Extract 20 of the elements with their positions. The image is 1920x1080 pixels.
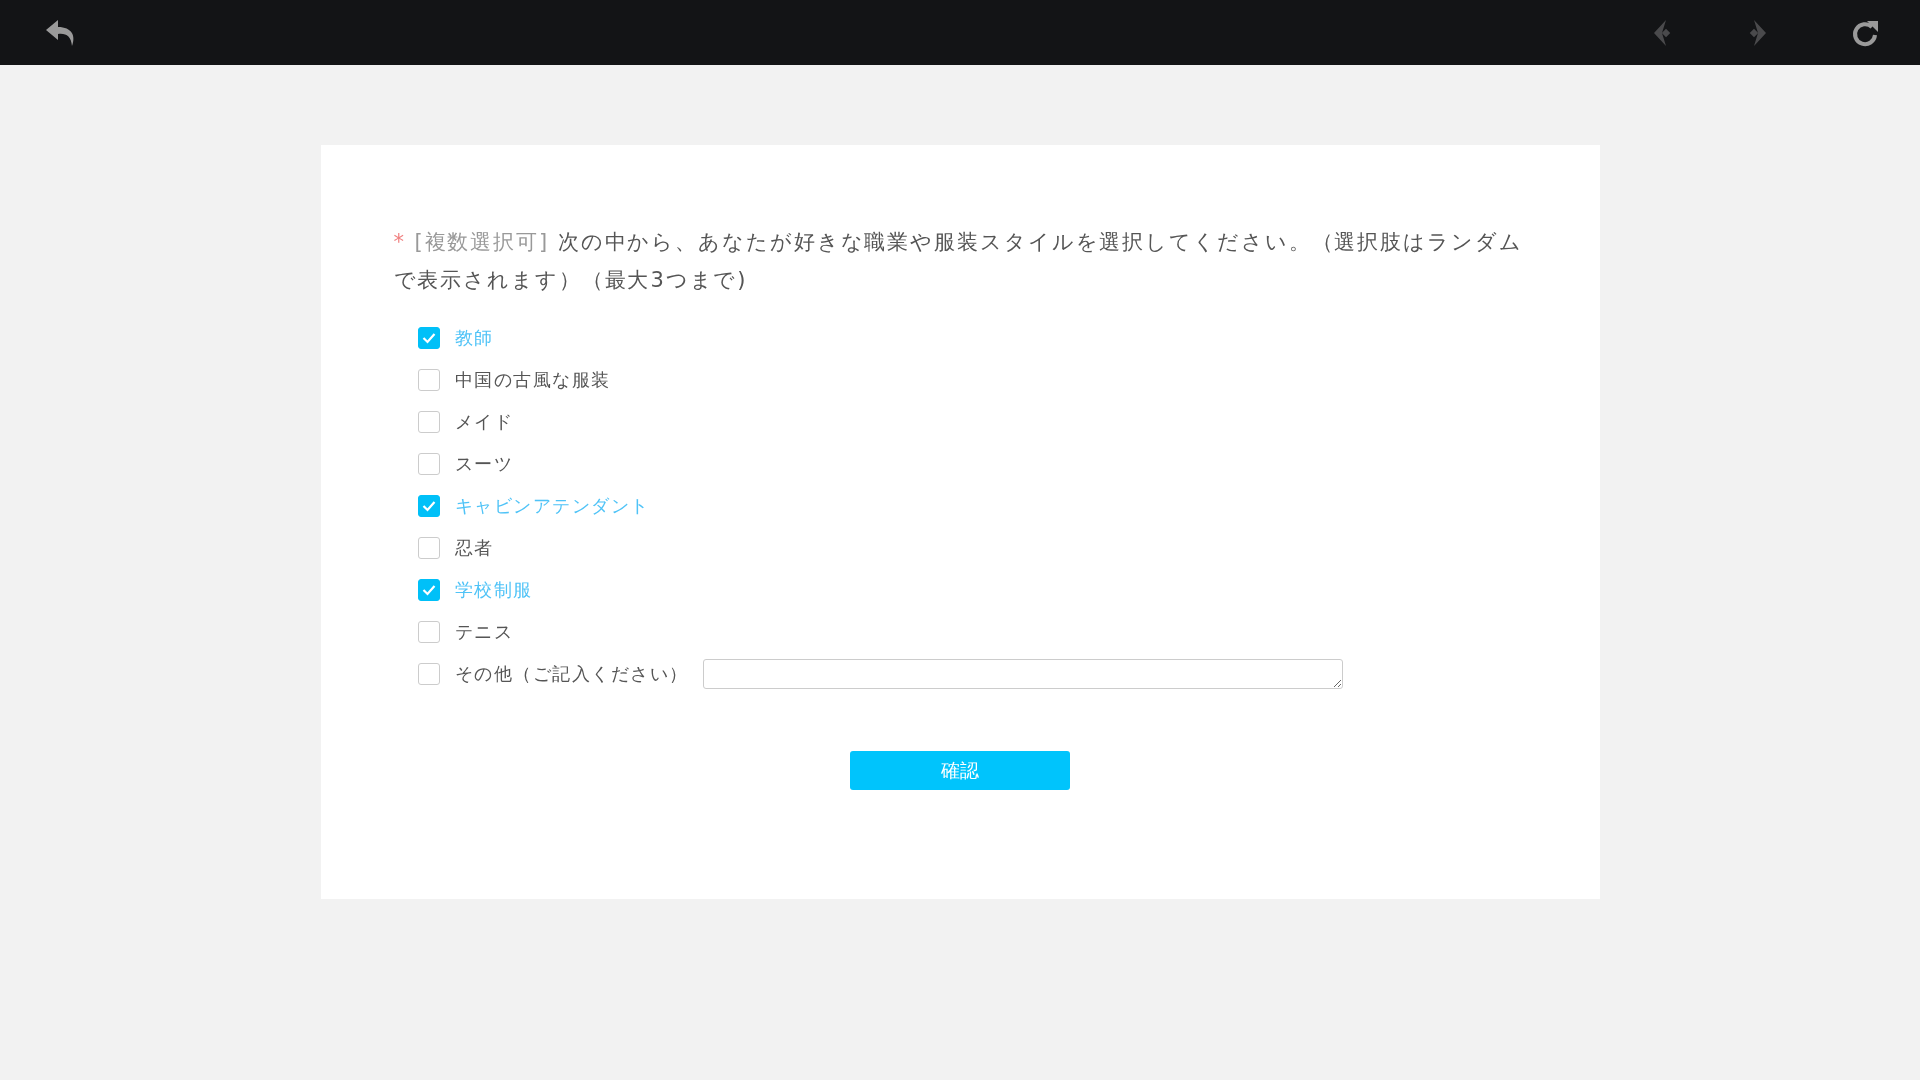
checkbox[interactable] <box>417 663 440 685</box>
checkbox[interactable] <box>417 621 440 643</box>
option-label[interactable]: テニス <box>454 620 513 644</box>
option-label[interactable]: メイド <box>454 410 513 434</box>
option-label[interactable]: その他（ご記入ください） <box>454 662 689 686</box>
checkbox[interactable] <box>417 327 440 349</box>
other-input-field[interactable] <box>702 659 1343 689</box>
check-icon <box>421 332 436 344</box>
option-label[interactable]: 忍者 <box>454 536 494 560</box>
checkbox[interactable] <box>417 579 440 601</box>
option-label[interactable]: 中国の古風な服装 <box>454 368 611 392</box>
checkbox[interactable] <box>417 453 440 475</box>
checkbox[interactable] <box>417 537 440 559</box>
check-icon <box>421 500 436 512</box>
question-text: * [複数選択可] 次の中から、あなたが好きな職業や服装スタイルを選択してください。（選択肢はランダムで表示されます）（最大3つまで) <box>393 229 1524 294</box>
check-icon <box>421 584 436 596</box>
checkbox[interactable] <box>417 369 440 391</box>
checkbox[interactable] <box>417 411 440 433</box>
checkbox[interactable] <box>417 495 440 517</box>
option-label[interactable]: スーツ <box>454 452 513 476</box>
